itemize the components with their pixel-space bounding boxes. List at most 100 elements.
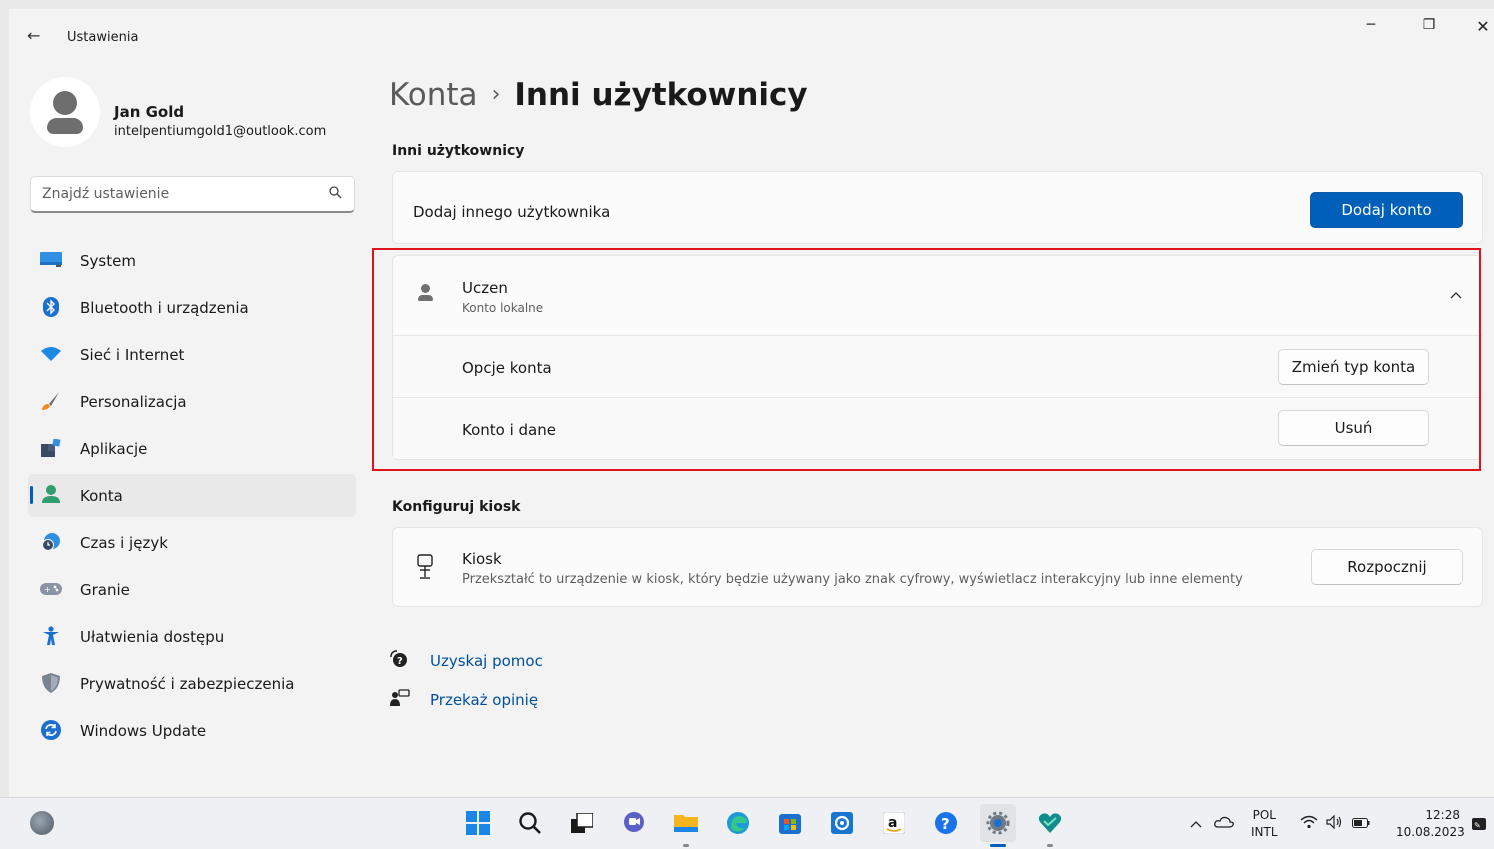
sidebar-item-label: Bluetooth i urządzenia [80, 299, 249, 317]
wifi-tray-icon [1300, 815, 1318, 833]
edge-browser-icon[interactable] [720, 804, 756, 842]
search-icon [329, 186, 342, 203]
sidebar-item-label: Granie [80, 581, 130, 599]
user-account-type: Konto lokalne [462, 301, 544, 315]
sidebar-item-apps[interactable]: Aplikacje [28, 427, 356, 470]
change-account-type-button[interactable]: Zmień typ konta [1278, 349, 1429, 385]
restore-button[interactable]: ❐ [1414, 17, 1444, 33]
apps-icon [40, 438, 62, 458]
sidebar-item-label: Aplikacje [80, 440, 148, 458]
settings-app-icon[interactable] [980, 804, 1016, 847]
search-input[interactable]: Znajdź ustawienie [30, 176, 355, 213]
avatar-head-icon [53, 91, 77, 115]
svg-text:?: ? [397, 656, 403, 667]
help-icon: ? [390, 650, 412, 672]
sidebar-item-accounts[interactable]: Konta [28, 474, 356, 517]
system-icon [40, 250, 62, 270]
chat-icon[interactable] [616, 804, 652, 842]
notification-icon[interactable]: ✎ [1471, 815, 1487, 837]
add-user-label: Dodaj innego użytkownika [413, 203, 611, 221]
start-button[interactable] [460, 804, 496, 842]
feedback-link-text[interactable]: Przekaż opinię [430, 691, 538, 709]
wifi-icon [40, 344, 62, 364]
sidebar-item-network[interactable]: Sieć i Internet [28, 333, 356, 376]
file-explorer-icon[interactable] [668, 804, 704, 847]
app-title: Ustawienia [67, 30, 139, 45]
amazon-icon[interactable]: a [876, 804, 912, 842]
sidebar-item-label: Konta [80, 487, 123, 505]
add-account-button[interactable]: Dodaj konto [1310, 192, 1463, 228]
title-bar: ← Ustawienia ─ ❐ ✕ [9, 9, 1494, 53]
page-title: Inni użytkownicy [514, 77, 808, 113]
clock-globe-icon [40, 532, 62, 552]
chevron-up-tray-icon[interactable] [1190, 817, 1202, 832]
system-tray [1190, 798, 1234, 849]
settings-window: ← Ustawienia ─ ❐ ✕ Jan Gold intelpentium… [9, 9, 1494, 797]
microsoft-store-icon[interactable] [772, 804, 808, 842]
language-line-1: POL [1252, 808, 1276, 822]
taskbar: a ? POL INTL 12:28 10.08.2023 ✎ [0, 797, 1494, 849]
profile-email: intelpentiumgold1@outlook.com [114, 124, 327, 139]
onedrive-icon[interactable] [1214, 816, 1234, 832]
sidebar-item-gaming[interactable]: + Granie [28, 568, 356, 611]
sidebar-item-time-language[interactable]: Czas i język [28, 521, 356, 564]
sidebar-item-privacy[interactable]: Prywatność i zabezpieczenia [28, 662, 356, 705]
kiosk-description: Przekształć to urządzenie w kiosk, który… [462, 572, 1243, 587]
language-line-2: INTL [1251, 825, 1278, 839]
sidebar-item-bluetooth[interactable]: Bluetooth i urządzenia [28, 286, 356, 329]
shield-icon [40, 673, 62, 693]
battery-icon [1352, 817, 1370, 832]
start-kiosk-button[interactable]: Rozpocznij [1311, 549, 1463, 585]
clock[interactable]: 12:28 10.08.2023 [1396, 807, 1465, 841]
svg-text:a: a [888, 815, 897, 831]
account-options-label: Opcje konta [462, 359, 552, 377]
section-title-kiosk: Konfiguruj kiosk [392, 499, 521, 515]
sidebar-nav: System Bluetooth i urządzenia Sieć i Int… [28, 239, 356, 756]
gamepad-icon: + [40, 579, 62, 599]
task-view-icon[interactable] [564, 804, 600, 842]
svg-text:+: + [44, 585, 51, 594]
account-data-label: Konto i dane [462, 421, 556, 439]
sidebar-item-accessibility[interactable]: Ułatwienia dostępu [28, 615, 356, 658]
kiosk-icon [415, 554, 437, 580]
get-help-link-text[interactable]: Uzyskaj pomoc [430, 652, 543, 670]
close-button[interactable]: ✕ [1468, 17, 1494, 36]
get-help-app-icon[interactable]: ? [928, 804, 964, 842]
user-expander-header[interactable]: Uczen Konto lokalne [393, 256, 1482, 336]
account-data-row: Konto i dane Usuń [393, 397, 1482, 458]
minimize-button[interactable]: ─ [1356, 17, 1386, 33]
feedback-icon [390, 689, 412, 711]
remove-button[interactable]: Usuń [1278, 410, 1429, 446]
user-name: Uczen [462, 279, 508, 297]
sidebar-item-windows-update[interactable]: Windows Update [28, 709, 356, 752]
update-icon [40, 720, 62, 740]
sidebar-item-system[interactable]: System [28, 239, 356, 282]
get-help-link[interactable]: ? Uzyskaj pomoc [390, 650, 543, 672]
bluetooth-icon [40, 297, 62, 317]
avatar-body-icon [47, 118, 83, 134]
breadcrumb-parent[interactable]: Konta [389, 77, 478, 113]
account-options-row: Opcje konta Zmień typ konta [393, 337, 1482, 398]
back-arrow-icon[interactable]: ← [27, 26, 40, 45]
health-app-icon[interactable] [1032, 804, 1068, 847]
sidebar-item-label: Windows Update [80, 722, 207, 740]
sidebar-item-label: Ułatwienia dostępu [80, 628, 225, 646]
language-indicator[interactable]: POL INTL [1251, 807, 1278, 841]
section-title-other-users: Inni użytkownicy [392, 143, 525, 159]
sidebar-item-label: Prywatność i zabezpieczenia [80, 675, 295, 693]
sidebar-item-personalization[interactable]: Personalizacja [28, 380, 356, 423]
search-taskbar-icon[interactable] [512, 804, 548, 842]
clock-time: 12:28 [1425, 808, 1460, 822]
chevron-up-icon[interactable] [1450, 288, 1462, 302]
quick-settings[interactable] [1300, 798, 1370, 849]
widgets-icon[interactable] [30, 811, 54, 835]
avatar [30, 77, 100, 147]
breadcrumb: Konta › Inni użytkownicy [389, 77, 808, 113]
accessibility-icon [40, 626, 62, 646]
profile-name: Jan Gold [114, 103, 185, 121]
breadcrumb-separator-icon: › [491, 82, 501, 107]
feedback-link[interactable]: Przekaż opinię [390, 689, 538, 711]
sidebar-item-label: Czas i język [80, 534, 168, 552]
clock-date: 10.08.2023 [1396, 825, 1465, 839]
app-launcher-icon[interactable] [824, 804, 860, 842]
